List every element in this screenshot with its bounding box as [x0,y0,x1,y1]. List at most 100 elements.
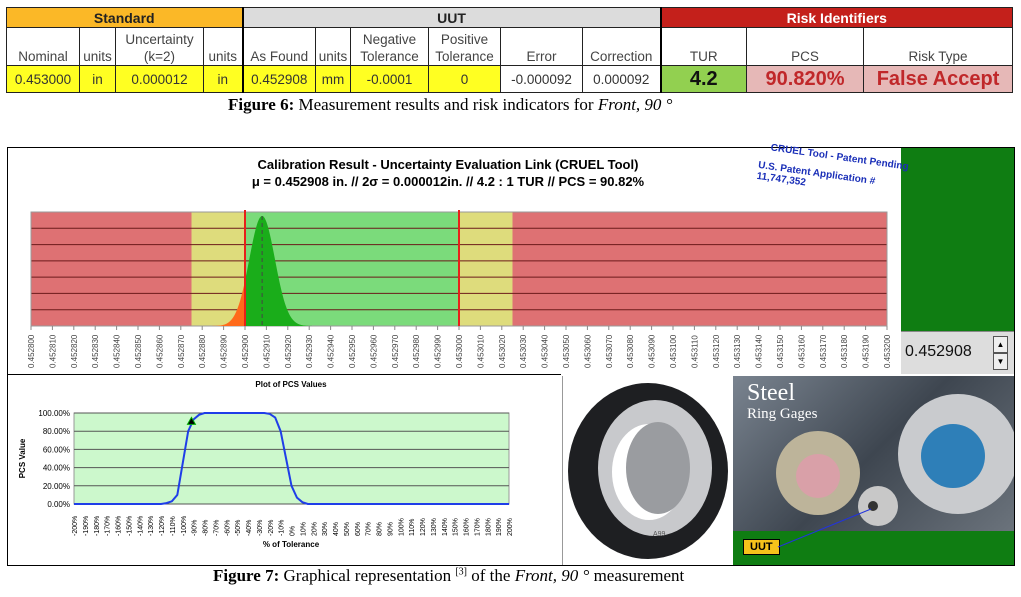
x-tick-label: 0.453190 [862,334,871,368]
value-nominal-0: 0.453000 [6,65,80,93]
value-as-found-4: 0.452908 [241,65,316,93]
x-tick-label: -190% [83,516,90,536]
x-tick-label: 0.453040 [541,334,550,368]
ring-mark: A99 [653,531,666,538]
x-tick-label: 0.452830 [91,334,100,368]
x-tick-label: 90% [387,522,394,536]
x-tick-label: -80% [203,520,210,536]
x-tick-label: 140% [442,518,449,536]
x-tick-label: 0% [290,526,297,536]
status-panel [901,148,1014,331]
figure-7-caption: Figure 7: Graphical representation [3] o… [213,566,685,585]
x-tick-label: -10% [279,520,286,536]
x-tick-label: 170% [474,518,481,536]
x-tick-label: 0.452940 [327,334,336,368]
x-tick-label: 0.452990 [434,334,443,368]
value-uncertainty-k-2--2: 0.000012 [115,65,204,93]
x-tick-label: -140% [137,516,144,536]
x-tick-label: 0.453140 [755,334,764,368]
x-tick-label: 120% [420,518,427,536]
x-tick-label: 0.453100 [669,334,678,368]
x-tick-label: 0.452900 [241,334,250,368]
y-tick-label: 100.00% [38,409,70,418]
header-units-3: units [203,27,243,66]
x-tick-label: 200% [507,518,514,536]
value-field[interactable]: 0.452908 [905,343,972,361]
zone-4 [512,212,887,326]
x-tick-label: 160% [464,518,471,536]
value-positive-tolerance-7: 0 [428,65,501,93]
header-pcs-11: PCS [746,27,865,66]
x-tick-label: 0.452840 [113,334,122,368]
header-nominal-0: Nominal [6,27,80,66]
x-tick-label: -120% [159,516,166,536]
uut-label-panel: UUT [733,508,1014,565]
x-tick-label: 0.453170 [819,334,828,368]
x-tick-label: 0.453070 [605,334,614,368]
header-units-5: units [315,27,351,66]
y-tick-label: 80.00% [43,427,70,436]
x-tick-label: 0.452820 [70,334,79,368]
x-tick-label: -40% [246,520,253,536]
x-tick-label: 0.453130 [733,334,742,368]
pcs-title: Plot of PCS Values [255,380,327,389]
x-tick-label: 130% [431,518,438,536]
x-tick-label: 0.452880 [198,334,207,368]
value-units-5: mm [315,65,351,93]
measurement-results-table: Standard UUT Risk Identifiers Nominal uni… [6,7,1014,93]
y-tick-label: 20.00% [43,482,70,491]
x-tick-label: 0.452960 [369,334,378,368]
x-tick-label: -150% [126,516,133,536]
x-tick-label: -20% [268,520,275,536]
value-correction-9: 0.000092 [581,65,662,93]
x-tick-label: 0.452800 [27,334,36,368]
x-tick-label: 0.453000 [455,334,464,368]
pcs-ylabel: PCS Value [18,438,27,478]
group-uut: UUT [241,7,662,28]
zone-3 [459,212,513,326]
x-tick-label: 30% [322,522,329,536]
x-tick-label: -100% [181,516,188,536]
x-tick-label: -160% [116,516,123,536]
group-standard: Standard [6,7,243,28]
group-risk-identifiers: Risk Identifiers [659,7,1014,28]
x-tick-label: -60% [224,520,231,536]
header-positive-tolerance-7: Positive Tolerance [428,27,501,66]
x-tick-label: 150% [453,518,460,536]
x-tick-label: 0.452920 [284,334,293,368]
x-tick-label: 0.453050 [562,334,571,368]
header-uncertainty-k-2--2: Uncertainty (k=2) [115,27,204,66]
x-tick-label: -30% [257,520,264,536]
x-tick-label: 180% [485,518,492,536]
header-negative-tolerance-6: Negative Tolerance [350,27,429,66]
x-tick-label: -110% [170,516,177,536]
x-tick-label: -90% [192,520,199,536]
header-risk-type-12: Risk Type [863,27,1014,66]
x-tick-label: 20% [311,522,318,536]
pcs-xlabel: % of Tolerance [263,540,320,549]
x-tick-label: -70% [213,520,220,536]
chart-subtitle: μ = 0.452908 in. // 2σ = 0.000012in. // … [252,174,645,189]
value-risk-type-12: False Accept [863,65,1014,93]
header-units-1: units [79,27,116,66]
x-tick-label: 0.452930 [305,334,314,368]
x-tick-label: 0.453020 [498,334,507,368]
x-tick-label: 50% [344,522,351,536]
x-tick-label: 80% [377,522,384,536]
x-tick-label: 110% [409,519,416,536]
x-tick-label: 0.452910 [262,334,271,368]
x-tick-label: 0.453090 [648,334,657,368]
x-tick-label: 0.453080 [626,334,635,368]
steel-ring-gages-photo: Steel Ring Gages [733,376,1014,531]
header-error-8: Error [500,27,583,66]
x-tick-label: 0.453030 [519,334,528,368]
x-tick-label: 100% [398,518,405,536]
spin-up-button[interactable]: ▲ [993,336,1008,353]
x-tick-label: 40% [333,522,340,536]
x-tick-label: 0.453160 [797,334,806,368]
x-tick-label: 10% [300,522,307,536]
value-spinner[interactable]: 0.452908 ▲ ▼ [901,331,1014,374]
x-tick-label: 70% [366,522,373,536]
spin-down-button[interactable]: ▼ [993,353,1008,370]
zone-0 [31,212,192,326]
